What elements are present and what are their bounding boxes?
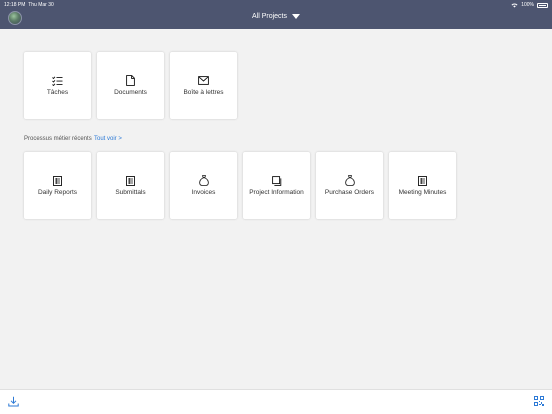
money-bag-icon	[198, 175, 209, 186]
wifi-icon	[511, 3, 518, 7]
card-label: Tâches	[46, 89, 69, 96]
battery-percent: 100%	[521, 2, 534, 8]
card-label: Project Information	[249, 189, 304, 196]
status-time-date: 12:18 PM Thu Mar 30	[4, 2, 54, 8]
card-daily-reports[interactable]: Daily Reports	[24, 152, 91, 219]
section-title: Processus métier récents	[24, 136, 92, 142]
top-bar: 12:18 PM Thu Mar 30 100% All Projects	[0, 0, 552, 29]
card-meeting-minutes[interactable]: Meeting Minutes	[389, 152, 456, 219]
card-taches[interactable]: Tâches	[24, 52, 91, 119]
card-label: Submittals	[115, 189, 146, 196]
caret-down-icon	[292, 14, 300, 19]
card-label: Daily Reports	[37, 189, 77, 196]
form-icon	[52, 175, 63, 186]
battery-icon	[537, 2, 548, 8]
card-submittals[interactable]: Submittals	[97, 152, 164, 219]
card-label: Purchase Orders	[324, 189, 375, 196]
checklist-icon	[52, 75, 63, 86]
money-bag-icon	[344, 175, 355, 186]
form-icon	[125, 175, 136, 186]
project-picker[interactable]: All Projects	[0, 13, 552, 20]
project-picker-label: All Projects	[251, 13, 287, 20]
card-purchase-orders[interactable]: Purchase Orders	[316, 152, 383, 219]
card-project-information[interactable]: Project Information	[243, 152, 310, 219]
card-label: Invoices	[191, 189, 216, 196]
document-icon	[125, 75, 136, 86]
card-label: Meeting Minutes	[398, 189, 447, 196]
qr-code-icon[interactable]	[534, 396, 544, 406]
card-boite-a-lettres[interactable]: Boîte à lettres	[170, 52, 237, 119]
copy-icon	[271, 175, 282, 186]
status-indicators: 100%	[511, 2, 548, 8]
status-time: 12:18 PM	[4, 2, 26, 8]
card-label: Documents	[114, 89, 147, 96]
bottom-bar	[0, 389, 552, 414]
download-icon[interactable]	[8, 396, 19, 407]
mail-icon	[198, 75, 209, 86]
see-all-link[interactable]: Tout voir >	[94, 136, 122, 142]
card-documents[interactable]: Documents	[97, 52, 164, 119]
card-label: Boîte à lettres	[183, 89, 224, 96]
status-date: Thu Mar 30	[28, 2, 54, 8]
card-invoices[interactable]: Invoices	[170, 152, 237, 219]
form-icon	[417, 175, 428, 186]
